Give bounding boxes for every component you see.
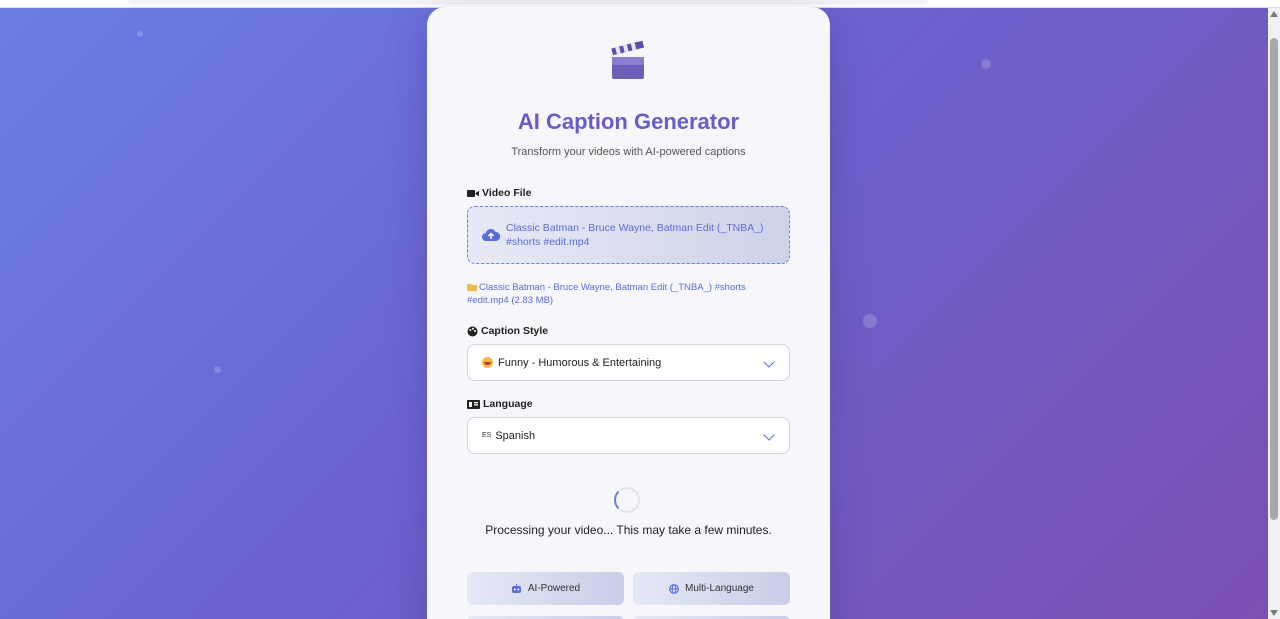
palette-icon bbox=[467, 326, 478, 336]
feature-label: AI-Powered bbox=[527, 583, 581, 594]
language-label-text: Language bbox=[483, 398, 533, 410]
video-camera-icon bbox=[467, 189, 479, 197]
cloud-upload-icon bbox=[482, 228, 500, 241]
language-value: Spanish bbox=[495, 429, 536, 442]
address-bar-edge bbox=[128, 0, 928, 4]
page-subtitle: Transform your videos with AI-powered ca… bbox=[511, 146, 746, 158]
feature-label: Multi-Language bbox=[685, 583, 754, 594]
caption-style-label-text: Caption Style bbox=[481, 325, 549, 337]
scroll-up-arrow[interactable] bbox=[1270, 11, 1278, 17]
video-file-label-text: Video File bbox=[482, 187, 532, 199]
caption-style-select[interactable]: Funny - Humorous & Entertaining bbox=[467, 344, 790, 381]
robot-icon bbox=[511, 583, 521, 593]
language-icon bbox=[467, 399, 480, 409]
language-select[interactable]: ES Spanish bbox=[467, 417, 790, 454]
scroll-down-arrow[interactable] bbox=[1270, 610, 1278, 616]
processing-message: Processing your video... This may take a… bbox=[485, 523, 772, 537]
bg-bubble bbox=[863, 314, 877, 328]
bg-bubble bbox=[214, 366, 221, 373]
globe-icon bbox=[669, 583, 679, 594]
page-title: AI Caption Generator bbox=[517, 109, 740, 134]
video-dropzone[interactable]: Classic Batman - Bruce Wayne, Batman Edi… bbox=[467, 206, 790, 264]
chevron-down-icon bbox=[763, 356, 775, 368]
feature-multi-language: Multi-Language bbox=[633, 572, 790, 605]
clapperboard-icon bbox=[611, 41, 645, 79]
video-file-label: Video File bbox=[467, 187, 531, 199]
feature-ai-powered: AI-Powered bbox=[467, 572, 624, 605]
generator-card: AI Caption Generator Transform your vide… bbox=[427, 7, 830, 619]
bg-bubble bbox=[137, 31, 143, 37]
file-info-text: Classic Batman - Bruce Wayne, Batman Edi… bbox=[467, 282, 746, 306]
caption-style-label: Caption Style bbox=[467, 325, 548, 337]
language-label: Language bbox=[467, 398, 533, 410]
bg-bubble bbox=[981, 59, 991, 69]
page-scrollbar[interactable] bbox=[1268, 8, 1280, 619]
chevron-down-icon bbox=[763, 429, 775, 441]
file-info: Classic Batman - Bruce Wayne, Batman Edi… bbox=[467, 281, 787, 307]
loading-spinner bbox=[614, 487, 640, 513]
folder-icon bbox=[467, 284, 477, 291]
laughing-emoji-icon bbox=[482, 357, 493, 368]
selected-file-name: Classic Batman - Bruce Wayne, Batman Edi… bbox=[506, 222, 764, 248]
scrollbar-thumb[interactable] bbox=[1270, 38, 1278, 520]
caption-style-value: Funny - Humorous & Entertaining bbox=[498, 356, 662, 369]
flag-es: ES bbox=[482, 432, 492, 439]
